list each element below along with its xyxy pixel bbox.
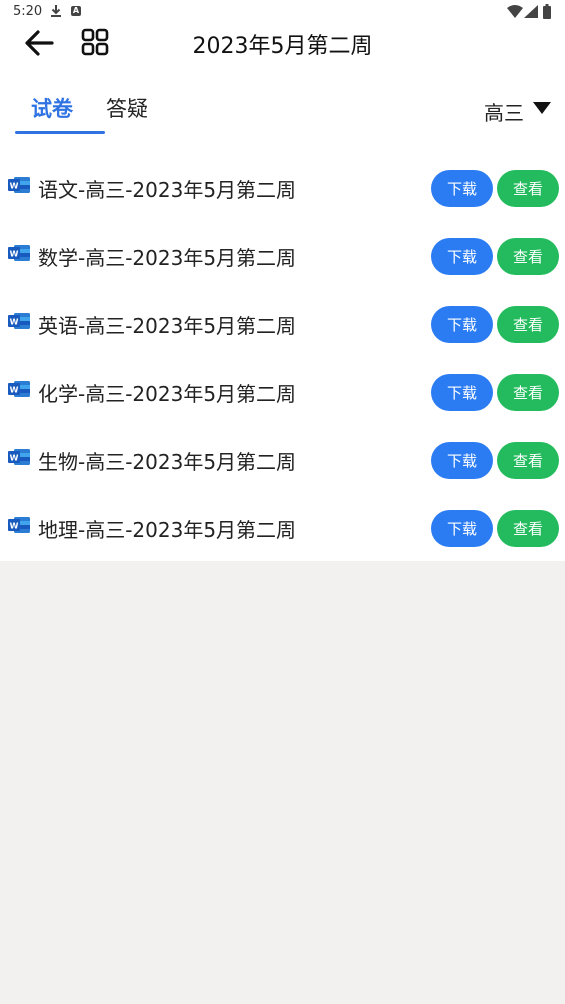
download-button[interactable]: 下载	[431, 374, 493, 411]
wifi-icon	[507, 5, 523, 18]
download-button[interactable]: 下载	[431, 442, 493, 479]
view-button[interactable]: 查看	[497, 306, 559, 343]
list-item: W 语文-高三-2023年5月第二周 下载 查看	[0, 154, 565, 222]
list-item: W 数学-高三-2023年5月第二周 下载 查看	[0, 222, 565, 290]
view-button[interactable]: 查看	[497, 374, 559, 411]
app-notification-icon: A	[71, 6, 81, 16]
tab-papers[interactable]: 试卷	[31, 93, 73, 123]
download-button[interactable]: 下载	[431, 170, 493, 207]
document-name[interactable]: 数学-高三-2023年5月第二周	[38, 242, 296, 271]
word-document-icon: W	[8, 177, 30, 193]
dropdown-caret-icon[interactable]	[533, 102, 551, 114]
svg-text:W: W	[10, 318, 19, 327]
list-item: W 化学-高三-2023年5月第二周 下载 查看	[0, 358, 565, 426]
svg-text:W: W	[10, 522, 19, 531]
document-name[interactable]: 地理-高三-2023年5月第二周	[38, 514, 296, 543]
document-name[interactable]: 英语-高三-2023年5月第二周	[38, 310, 296, 339]
signal-icon	[524, 5, 538, 18]
list-item: W 英语-高三-2023年5月第二周 下载 查看	[0, 290, 565, 358]
word-document-icon: W	[8, 245, 30, 261]
page-title-text: 2023年5月第二周	[192, 34, 373, 59]
download-button[interactable]: 下载	[431, 510, 493, 547]
view-button[interactable]: 查看	[497, 442, 559, 479]
svg-text:W: W	[10, 182, 19, 191]
document-name[interactable]: 生物-高三-2023年5月第二周	[38, 446, 296, 475]
tab-qa[interactable]: 答疑	[106, 93, 148, 123]
word-document-icon: W	[8, 449, 30, 465]
list-item: W 生物-高三-2023年5月第二周 下载 查看	[0, 426, 565, 494]
page-title: 2023年5月第二周	[0, 28, 565, 60]
battery-icon	[543, 4, 551, 19]
grade-filter-dropdown[interactable]: 高三	[484, 97, 524, 126]
download-notification-icon	[51, 5, 61, 17]
screen: 5:20 A 2023年5月第二周 试卷 答疑 高三 W 语文-高三-2023年…	[0, 0, 565, 1004]
view-button[interactable]: 查看	[497, 170, 559, 207]
word-document-icon: W	[8, 381, 30, 397]
svg-text:W: W	[10, 386, 19, 395]
view-button[interactable]: 查看	[497, 510, 559, 547]
active-tab-indicator	[15, 131, 105, 134]
view-button[interactable]: 查看	[497, 238, 559, 275]
download-button[interactable]: 下载	[431, 306, 493, 343]
svg-text:W: W	[10, 454, 19, 463]
status-time: 5:20	[13, 4, 43, 19]
document-name[interactable]: 语文-高三-2023年5月第二周	[38, 174, 296, 203]
word-document-icon: W	[8, 517, 30, 533]
list-item: W 地理-高三-2023年5月第二周 下载 查看	[0, 494, 565, 562]
download-button[interactable]: 下载	[431, 238, 493, 275]
word-document-icon: W	[8, 313, 30, 329]
status-bar: 5:20 A	[0, 0, 565, 24]
document-name[interactable]: 化学-高三-2023年5月第二周	[38, 378, 296, 407]
svg-text:W: W	[10, 250, 19, 259]
